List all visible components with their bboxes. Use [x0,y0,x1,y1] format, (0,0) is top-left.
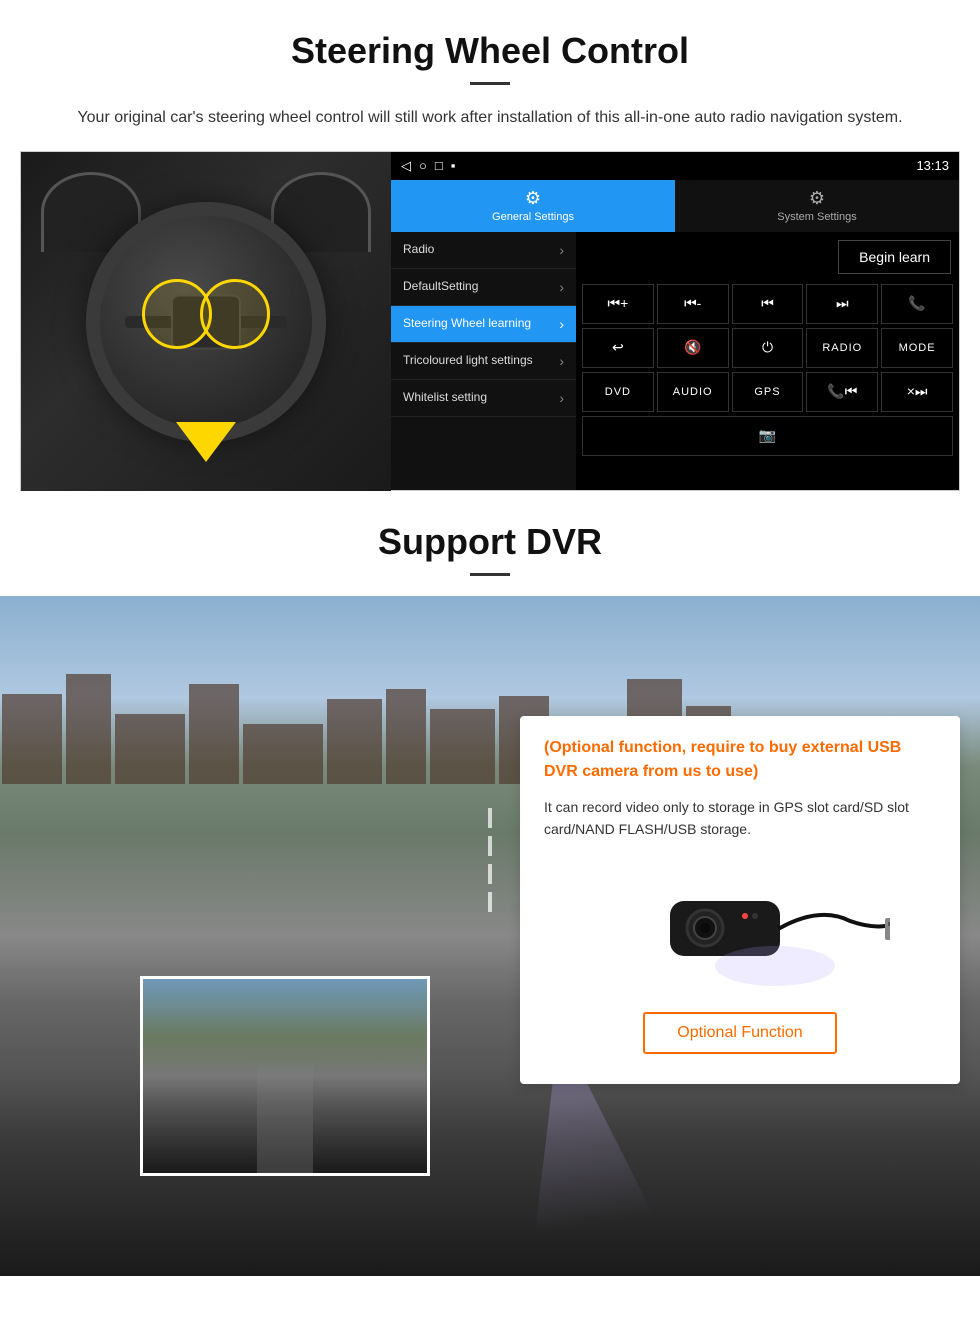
road-line-1 [488,808,492,828]
dvr-background: (Optional function, require to buy exter… [0,596,980,1276]
gear-icon: ⚙ [525,188,541,209]
statusbar-nav-icons: ◁ ○ □ ▪ [401,158,455,174]
building-5 [243,724,323,784]
ctrl-mute[interactable]: 🔇 [657,328,729,368]
steering-wheel-circle [86,202,326,442]
dvr-info-card: (Optional function, require to buy exter… [520,716,960,1085]
building-1 [2,694,62,784]
ctrl-radio[interactable]: RADIO [806,328,878,368]
android-statusbar: ◁ ○ □ ▪ 13:13 [391,152,959,180]
chevron-icon: › [559,353,564,369]
ctrl-dvd[interactable]: DVD [582,372,654,412]
menu-item-steering-wheel[interactable]: Steering Wheel learning › [391,306,576,343]
ctrl-power[interactable]: ⏻ [732,328,804,368]
highlight-right [200,279,270,349]
android-ui: ◁ ○ □ ▪ 13:13 ⚙ General Settings ⚙ Syste… [391,152,959,490]
ctrl-camera[interactable]: 📷 [582,416,953,456]
ctrl-vol-up[interactable]: ⏮+ [582,284,654,324]
begin-learn-button[interactable]: Begin learn [838,240,951,274]
settings-menu-list: Radio › DefaultSetting › Steering Wheel … [391,232,576,490]
dvr-title-divider [470,573,510,576]
building-4 [189,684,239,784]
building-2 [66,674,111,784]
ctrl-row-2: ↩ 🔇 ⏻ RADIO MODE [576,326,959,370]
road-line-2 [488,836,492,856]
title-divider [470,82,510,85]
building-3 [115,714,185,784]
controls-panel: Begin learn ⏮+ ⏮- ⏮ ⏭ 📞 ↩ 🔇 ⏻ [576,232,959,490]
recents-icon: □ [435,158,443,174]
ctrl-mode[interactable]: MODE [881,328,953,368]
menu-item-whitelist-label: Whitelist setting [403,390,487,406]
ctrl-phone[interactable]: 📞 [881,284,953,324]
dvr-title-area: Support DVR [0,491,980,596]
chevron-icon: › [559,242,564,258]
steering-wheel-image [21,152,391,492]
section1-title-area: Steering Wheel Control [0,0,980,105]
menu-item-defaultsetting-label: DefaultSetting [403,279,478,295]
dvr-info-title: (Optional function, require to buy exter… [544,736,936,784]
section1-title: Steering Wheel Control [40,30,940,72]
android-tabs: ⚙ General Settings ⚙ System Settings [391,180,959,232]
menu-item-radio-label: Radio [403,242,434,258]
chevron-icon: › [559,316,564,332]
road-line-4 [488,892,492,912]
ctrl-gps[interactable]: GPS [732,372,804,412]
chevron-icon: › [559,390,564,406]
road-line-3 [488,864,492,884]
dvr-section: Support DVR [0,491,980,1276]
statusbar-clock: 13:13 [916,158,949,173]
menu-item-tricoloured-label: Tricoloured light settings [403,353,533,369]
ui-screenshot-area: ◁ ○ □ ▪ 13:13 ⚙ General Settings ⚙ Syste… [20,151,960,491]
home-icon: ○ [419,158,427,174]
tab-system-settings[interactable]: ⚙ System Settings [675,180,959,232]
back-icon: ◁ [401,158,411,174]
wrench-icon: ⚙ [809,188,825,209]
android-content: Radio › DefaultSetting › Steering Wheel … [391,232,959,490]
menu-item-whitelist[interactable]: Whitelist setting › [391,380,576,417]
tab-general-settings[interactable]: ⚙ General Settings [391,180,675,232]
building-7 [386,689,426,784]
ctrl-row-1: ⏮+ ⏮- ⏮ ⏭ 📞 [576,282,959,326]
ctrl-phone-prev[interactable]: 📞⏮ [806,372,878,412]
ctrl-next[interactable]: ⏭ [806,284,878,324]
ctrl-phone-next[interactable]: ×⏭ [881,372,953,412]
building-8 [430,709,495,784]
dvr-device-image [544,856,936,996]
menu-item-defaultsetting[interactable]: DefaultSetting › [391,269,576,306]
menu-item-tricoloured[interactable]: Tricoloured light settings › [391,343,576,380]
ctrl-audio[interactable]: AUDIO [657,372,729,412]
ctrl-row-3: DVD AUDIO GPS 📞⏮ ×⏭ [576,370,959,414]
menu-item-radio[interactable]: Radio › [391,232,576,269]
optional-function-button[interactable]: Optional Function [643,1012,836,1054]
dvr-inset-road [257,1056,314,1172]
dvr-inset-screenshot [140,976,430,1176]
ctrl-vol-down[interactable]: ⏮- [657,284,729,324]
ctrl-back[interactable]: ↩ [582,328,654,368]
tab-general-label: General Settings [492,211,574,223]
chevron-icon: › [559,279,564,295]
menu-item-steering-label: Steering Wheel learning [403,316,531,332]
cast-icon: ▪ [451,158,456,174]
ctrl-row-4: 📷 [576,414,959,458]
begin-learn-row: Begin learn [576,232,959,282]
dvr-info-text: It can record video only to storage in G… [544,796,936,841]
tab-system-label: System Settings [777,211,856,223]
building-6 [327,699,382,784]
arrow-indicator [176,422,236,462]
section1-subtitle: Your original car's steering wheel contr… [0,105,980,151]
ctrl-prev[interactable]: ⏮ [732,284,804,324]
steering-wheel-section: Steering Wheel Control Your original car… [0,0,980,491]
dvr-camera-svg [590,866,890,986]
dvr-title: Support DVR [40,521,940,563]
